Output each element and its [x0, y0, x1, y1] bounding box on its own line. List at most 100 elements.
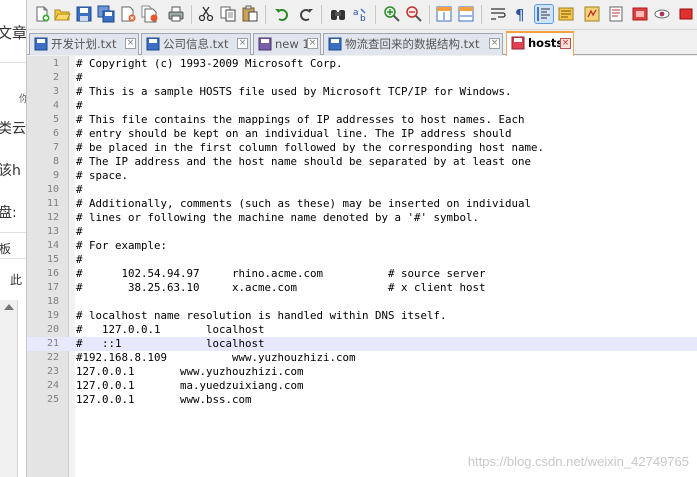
close-tab-icon[interactable]: ×	[489, 38, 500, 49]
print-button[interactable]	[167, 5, 185, 23]
line-text[interactable]: # This file contains the mappings of IP …	[76, 113, 525, 127]
line-text[interactable]: #	[76, 71, 83, 85]
code-line[interactable]: 6 # entry should be kept on an individual…	[27, 127, 697, 141]
code-line[interactable]: 4 #	[27, 99, 697, 113]
sync-vertical-button[interactable]	[435, 5, 453, 23]
sync-horizontal-icon	[458, 6, 474, 22]
tab-hosts[interactable]: hosts ×	[506, 31, 574, 56]
line-text[interactable]: # For example:	[76, 239, 167, 253]
left-scrollbar[interactable]	[0, 300, 18, 477]
new-file-icon	[36, 6, 50, 22]
line-text[interactable]: 127.0.0.1 www.bss.com	[76, 393, 252, 407]
line-text[interactable]: # This is a sample HOSTS file used by Mi…	[76, 85, 512, 99]
code-line[interactable]: 13 #	[27, 225, 697, 239]
close-tab-icon[interactable]: ×	[307, 38, 318, 49]
zoom-out-button[interactable]	[405, 5, 423, 23]
scroll-up-icon[interactable]	[4, 304, 14, 310]
code-line[interactable]: 25 127.0.0.1 www.bss.com	[27, 393, 697, 407]
open-file-button[interactable]	[53, 5, 71, 23]
code-line[interactable]: 11 # Additionally, comments (such as thes…	[27, 197, 697, 211]
line-text[interactable]: 127.0.0.1 www.yuzhouzhizi.com	[76, 365, 304, 379]
close-button[interactable]	[119, 5, 137, 23]
line-text[interactable]: # ::1 localhost	[76, 337, 265, 351]
undo-button[interactable]	[273, 5, 291, 23]
stop-button[interactable]	[677, 5, 695, 23]
close-tab-icon[interactable]: ×	[125, 38, 136, 49]
tab-document[interactable]: 开发计划.txt ×	[29, 33, 139, 55]
folder-workspace-icon	[609, 6, 623, 22]
code-line[interactable]: 18	[27, 295, 697, 309]
line-text[interactable]: #	[76, 99, 83, 113]
code-line[interactable]: 17 # 38.25.63.10 x.acme.com # x client ho…	[27, 281, 697, 295]
copy-button[interactable]	[219, 5, 237, 23]
paste-button[interactable]	[241, 5, 259, 23]
code-line[interactable]: 16 # 102.54.94.97 rhino.acme.com # source…	[27, 267, 697, 281]
line-text[interactable]: # Additionally, comments (such as these)…	[76, 197, 531, 211]
close-tab-icon[interactable]: ×	[560, 38, 571, 49]
code-line[interactable]: 14 # For example:	[27, 239, 697, 253]
code-line[interactable]: 21 # ::1 localhost	[27, 337, 697, 351]
line-text[interactable]: #	[76, 225, 83, 239]
zoom-in-button[interactable]	[383, 5, 401, 23]
indent-guide-button[interactable]	[534, 4, 554, 24]
line-text[interactable]: # 38.25.63.10 x.acme.com # x client host	[76, 281, 486, 295]
replace-button[interactable]: ab	[351, 5, 369, 23]
line-text[interactable]: # Copyright (c) 1993-2009 Microsoft Corp…	[76, 57, 343, 71]
code-line[interactable]: 20 # 127.0.0.1 localhost	[27, 323, 697, 337]
line-number: 21	[46, 338, 59, 349]
line-text[interactable]: # 127.0.0.1 localhost	[76, 323, 265, 337]
sync-horizontal-button[interactable]	[457, 5, 475, 23]
save-button[interactable]	[75, 5, 93, 23]
line-number: 14	[46, 240, 59, 251]
close-all-button[interactable]	[141, 5, 159, 23]
close-tab-icon[interactable]: ×	[237, 38, 248, 49]
code-line[interactable]: 8 # The IP address and the host name shou…	[27, 155, 697, 169]
line-text[interactable]: #	[76, 253, 83, 267]
code-line[interactable]: 2 #	[27, 71, 697, 85]
redo-button[interactable]	[297, 5, 315, 23]
code-line[interactable]: 7 # be placed in the first column followe…	[27, 141, 697, 155]
code-line[interactable]: 15 #	[27, 253, 697, 267]
record-macro-button[interactable]	[631, 5, 649, 23]
code-line[interactable]: 9 # space.	[27, 169, 697, 183]
code-line[interactable]: 23 127.0.0.1 www.yuzhouzhizi.com	[27, 365, 697, 379]
watermark: https://blog.csdn.net/weixin_42749765	[467, 454, 689, 469]
new-file-button[interactable]	[33, 5, 51, 23]
code-line[interactable]: 12 # lines or following the machine name …	[27, 211, 697, 225]
editor-text-area[interactable]: 1 # Copyright (c) 1993-2009 Microsoft Cor…	[27, 56, 697, 477]
code-line[interactable]: 5 # This file contains the mappings of IP…	[27, 113, 697, 127]
line-text[interactable]: # entry should be kept on an individual …	[76, 127, 512, 141]
monitor-button[interactable]	[653, 5, 671, 23]
tab-document[interactable]: 公司信息.txt ×	[141, 33, 251, 55]
line-text[interactable]: #192.168.8.109 www.yuzhouzhizi.com	[76, 351, 356, 365]
left-text-fragment: 你	[19, 90, 26, 105]
show-all-chars-button[interactable]: ¶	[511, 5, 529, 23]
line-text[interactable]: # localhost name resolution is handled w…	[76, 309, 447, 323]
line-text[interactable]: # space.	[76, 169, 128, 183]
line-text[interactable]: # be placed in the first column followed…	[76, 141, 544, 155]
line-number: 4	[52, 100, 59, 111]
line-text[interactable]: # The IP address and the host name shoul…	[76, 155, 531, 169]
code-line[interactable]: 3 # This is a sample HOSTS file used by M…	[27, 85, 697, 99]
code-line[interactable]: 22 #192.168.8.109 www.yuzhouzhizi.com	[27, 351, 697, 365]
eye-icon	[654, 9, 670, 19]
code-line[interactable]: 19 # localhost name resolution is handled…	[27, 309, 697, 323]
save-all-button[interactable]	[97, 5, 115, 23]
line-number: 17	[46, 282, 59, 293]
find-button[interactable]	[329, 5, 347, 23]
code-line[interactable]: 10 #	[27, 183, 697, 197]
doc-map-button[interactable]	[557, 5, 575, 23]
folder-workspace-button[interactable]	[607, 5, 625, 23]
tab-document[interactable]: new 1 ×	[253, 33, 321, 55]
code-line[interactable]: 1 # Copyright (c) 1993-2009 Microsoft Cor…	[27, 57, 697, 71]
cut-button[interactable]	[197, 5, 215, 23]
line-text[interactable]: 127.0.0.1 ma.yuedzuixiang.com	[76, 379, 304, 393]
toolbar-separator	[191, 5, 192, 24]
tab-document[interactable]: 物流查回来的数据结构.txt ×	[323, 33, 503, 55]
line-text[interactable]: # 102.54.94.97 rhino.acme.com # source s…	[76, 267, 486, 281]
line-text[interactable]: # lines or following the machine name de…	[76, 211, 479, 225]
function-list-button[interactable]	[583, 5, 601, 23]
line-text[interactable]: #	[76, 183, 83, 197]
code-line[interactable]: 24 127.0.0.1 ma.yuedzuixiang.com	[27, 379, 697, 393]
word-wrap-button[interactable]	[489, 5, 507, 23]
